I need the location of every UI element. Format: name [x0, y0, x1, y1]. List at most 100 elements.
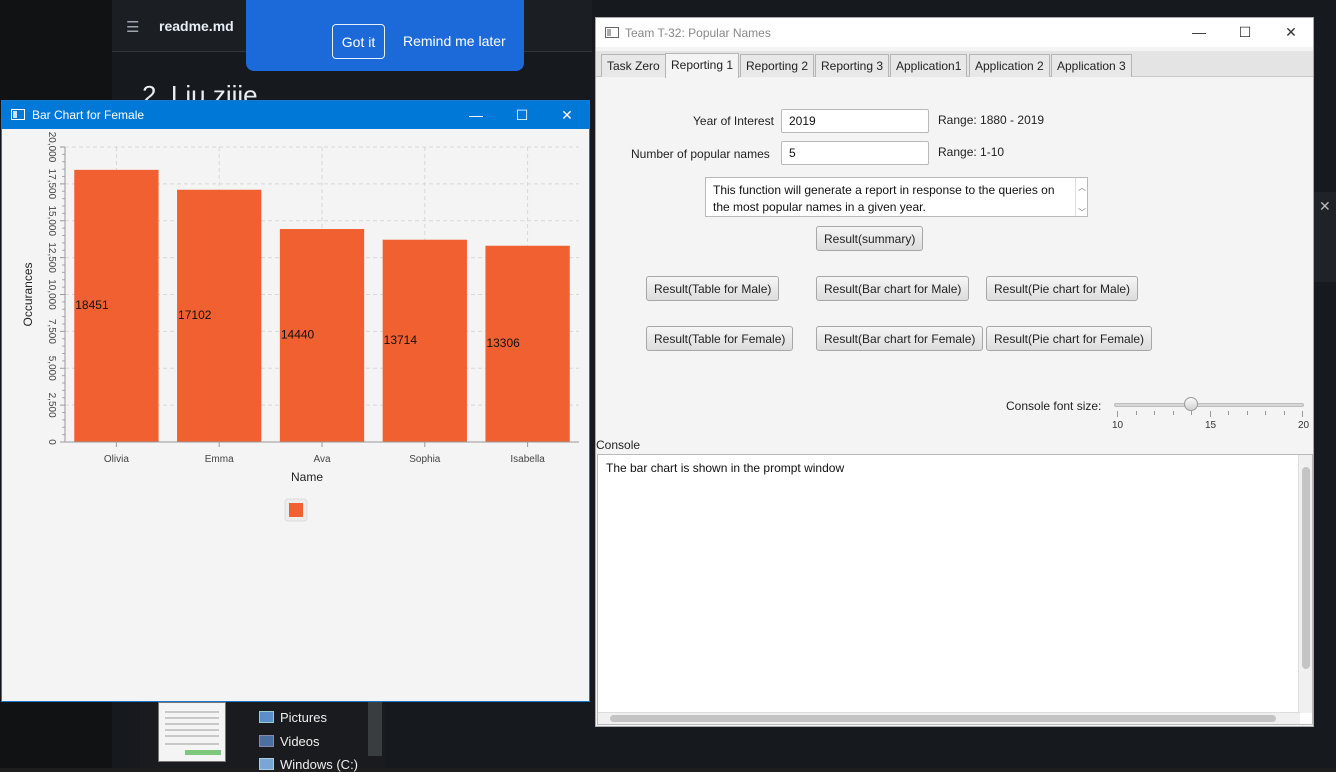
maximize-button[interactable]: ☐	[499, 101, 545, 129]
y-tick-label: 12,500	[46, 242, 57, 273]
slider-tick	[1209, 411, 1211, 417]
tab-reporting-2[interactable]: Reporting 2	[740, 54, 815, 77]
tab-reporting-3[interactable]: Reporting 3	[815, 54, 890, 77]
y-tick-label: 10,000	[46, 279, 57, 310]
explorer-item-windows-c[interactable]: Windows (C:)	[259, 757, 358, 772]
pictures-folder-icon	[259, 711, 274, 723]
description-scrollbar[interactable]: ︿ ﹀	[1075, 178, 1087, 217]
data-label: 18451	[75, 298, 109, 312]
app-window-title: Team T-32: Popular Names	[625, 26, 771, 40]
popular-names-window: Team T-32: Popular Names — ☐ ✕ Task Zero…	[595, 17, 1314, 727]
x-tick-label: Isabella	[510, 454, 545, 465]
tab-task-zero[interactable]: Task Zero	[601, 54, 666, 77]
y-axis-label: Occurances	[21, 262, 35, 326]
y-tick-label: 2,500	[46, 393, 57, 418]
explorer-item-pictures[interactable]: Pictures	[259, 710, 327, 725]
tab-application-1[interactable]: Application1	[890, 54, 968, 77]
chart-window-titlebar[interactable]: Bar Chart for Female — ☐ ✕	[2, 101, 589, 129]
window-app-icon	[11, 109, 25, 120]
minimize-button[interactable]: —	[1176, 18, 1222, 47]
tab-application-3[interactable]: Application 3	[1051, 54, 1132, 77]
bar-chart-window: Bar Chart for Female — ☐ ✕ 0 2,500 5,000 7,…	[1, 100, 590, 702]
y-tick-label: 20,000	[46, 132, 57, 163]
remind-later-link[interactable]: Remind me later	[403, 33, 506, 49]
editor-file-title: readme.md	[159, 18, 234, 34]
slider-tick	[1265, 411, 1266, 415]
x-axis-label: Name	[291, 470, 323, 484]
year-input[interactable]	[781, 109, 929, 133]
x-tick-label: Olivia	[104, 454, 129, 465]
explorer-scrollbar[interactable]	[368, 702, 382, 756]
slider-max-label: 20	[1298, 420, 1310, 431]
data-label: 13714	[384, 333, 418, 347]
videos-folder-icon	[259, 735, 274, 747]
tab-reporting-1[interactable]: Reporting 1	[665, 53, 740, 78]
slider-tick	[1135, 411, 1137, 415]
got-it-button[interactable]: Got it	[332, 24, 385, 59]
data-label: 14440	[281, 328, 315, 342]
explorer-item-label: Windows (C:)	[280, 757, 359, 772]
description-text: This function will generate a report in …	[713, 183, 1055, 214]
app-window-titlebar[interactable]: Team T-32: Popular Names — ☐ ✕	[596, 18, 1313, 47]
slider-tick	[1117, 411, 1118, 417]
y-tick-label: 5,000	[46, 356, 57, 381]
explorer-item-videos[interactable]: Videos	[259, 734, 320, 749]
notification-banner: Got it Remind me later	[246, 0, 524, 71]
chart-window-title: Bar Chart for Female	[32, 108, 145, 122]
count-range: Range: 1-10	[938, 145, 1005, 159]
slider-tick	[1228, 411, 1229, 415]
x-tick-label: Ava	[313, 454, 330, 465]
console-text: The bar chart is shown in the prompt win…	[606, 461, 845, 475]
result-summary-button[interactable]: Result(summary)	[816, 226, 924, 251]
bar-chart: 0 2,500 5,000 7,500 10,000 12,500 15,000 17,500…	[21, 132, 579, 522]
console-label: Console	[596, 438, 641, 452]
explorer-item-label: Videos	[280, 734, 320, 749]
document-thumbnail[interactable]	[158, 702, 226, 762]
scroll-up-icon[interactable]: ︿	[1078, 179, 1086, 196]
slider-tick	[1172, 411, 1174, 415]
scroll-thumb[interactable]	[610, 715, 1276, 722]
scroll-thumb[interactable]	[1302, 467, 1310, 669]
y-tick-label: 0	[46, 439, 57, 445]
x-tick-label: Emma	[205, 454, 234, 465]
bar-female-button[interactable]: Result(Bar chart for Female)	[816, 326, 984, 351]
y-tick-label: 17,500	[46, 169, 57, 200]
close-icon[interactable]: ✕	[1319, 198, 1331, 215]
count-label: Number of popular names	[631, 147, 770, 161]
table-male-button[interactable]: Result(Table for Male)	[646, 276, 780, 301]
close-button[interactable]: ✕	[544, 101, 590, 129]
slider-tick	[1246, 411, 1248, 415]
outline-list-icon[interactable]: ☰	[126, 18, 139, 36]
slider-mid-label: 15	[1205, 420, 1217, 431]
tab-bar: Task Zero Reporting 1 Reporting 2 Report…	[596, 51, 1313, 78]
x-tick-label: Sophia	[409, 454, 441, 465]
legend-swatch	[289, 503, 303, 517]
close-button[interactable]: ✕	[1268, 18, 1314, 47]
slider-tick	[1302, 411, 1303, 417]
console-horizontal-scrollbar[interactable]	[598, 712, 1300, 724]
data-label: 17102	[178, 308, 212, 322]
slider-tick	[1154, 411, 1155, 415]
pie-female-button[interactable]: Result(Pie chart for Female)	[986, 326, 1153, 351]
bar-male-button[interactable]: Result(Bar chart for Male)	[816, 276, 970, 301]
table-female-button[interactable]: Result(Table for Female)	[646, 326, 794, 351]
slider-tick	[1283, 411, 1285, 415]
slider-min-label: 10	[1112, 420, 1124, 431]
scroll-down-icon[interactable]: ﹀	[1078, 204, 1086, 221]
console-textarea[interactable]: The bar chart is shown in the prompt win…	[597, 454, 1313, 725]
slider-tick	[1191, 411, 1192, 415]
description-textarea[interactable]: This function will generate a report in …	[705, 177, 1088, 217]
font-size-label: Console font size:	[1006, 399, 1102, 413]
font-size-slider-thumb[interactable]	[1184, 397, 1198, 411]
maximize-button[interactable]: ☐	[1222, 18, 1268, 47]
window-app-icon	[605, 27, 619, 38]
y-tick-label: 15,000	[46, 205, 57, 236]
pie-male-button[interactable]: Result(Pie chart for Male)	[986, 276, 1139, 301]
minimize-button[interactable]: —	[453, 101, 499, 129]
console-vertical-scrollbar[interactable]	[1298, 455, 1312, 713]
font-size-slider[interactable]	[1114, 403, 1304, 407]
count-input[interactable]	[781, 141, 929, 165]
year-label: Year of Interest	[693, 114, 774, 128]
tab-application-2[interactable]: Application 2	[969, 54, 1050, 77]
explorer-item-label: Pictures	[280, 710, 327, 725]
